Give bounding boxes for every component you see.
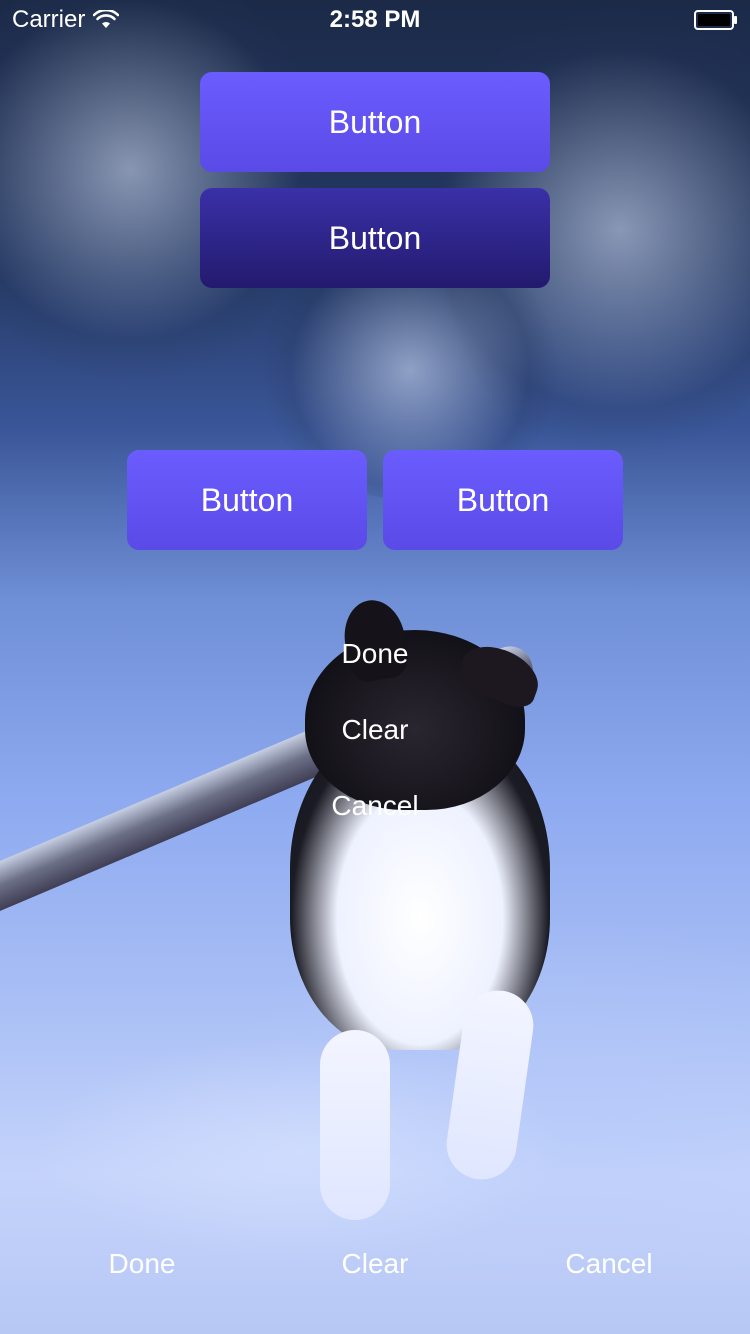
primary-button[interactable]: Button: [200, 72, 550, 172]
right-button[interactable]: Button: [383, 450, 623, 550]
center-cancel-button[interactable]: Cancel: [275, 788, 475, 824]
status-bar: Carrier 2:58 PM: [0, 0, 750, 40]
bottom-cancel-button[interactable]: Cancel: [529, 1246, 689, 1282]
status-time: 2:58 PM: [329, 6, 421, 33]
highlighted-button[interactable]: Button: [200, 188, 550, 288]
bottom-done-button[interactable]: Done: [62, 1246, 222, 1282]
center-clear-button[interactable]: Clear: [275, 712, 475, 748]
bottom-clear-button[interactable]: Clear: [295, 1246, 455, 1282]
battery-icon: [694, 10, 737, 30]
dog-leg: [320, 1030, 390, 1220]
left-button[interactable]: Button: [127, 450, 367, 550]
center-done-button[interactable]: Done: [275, 636, 475, 672]
